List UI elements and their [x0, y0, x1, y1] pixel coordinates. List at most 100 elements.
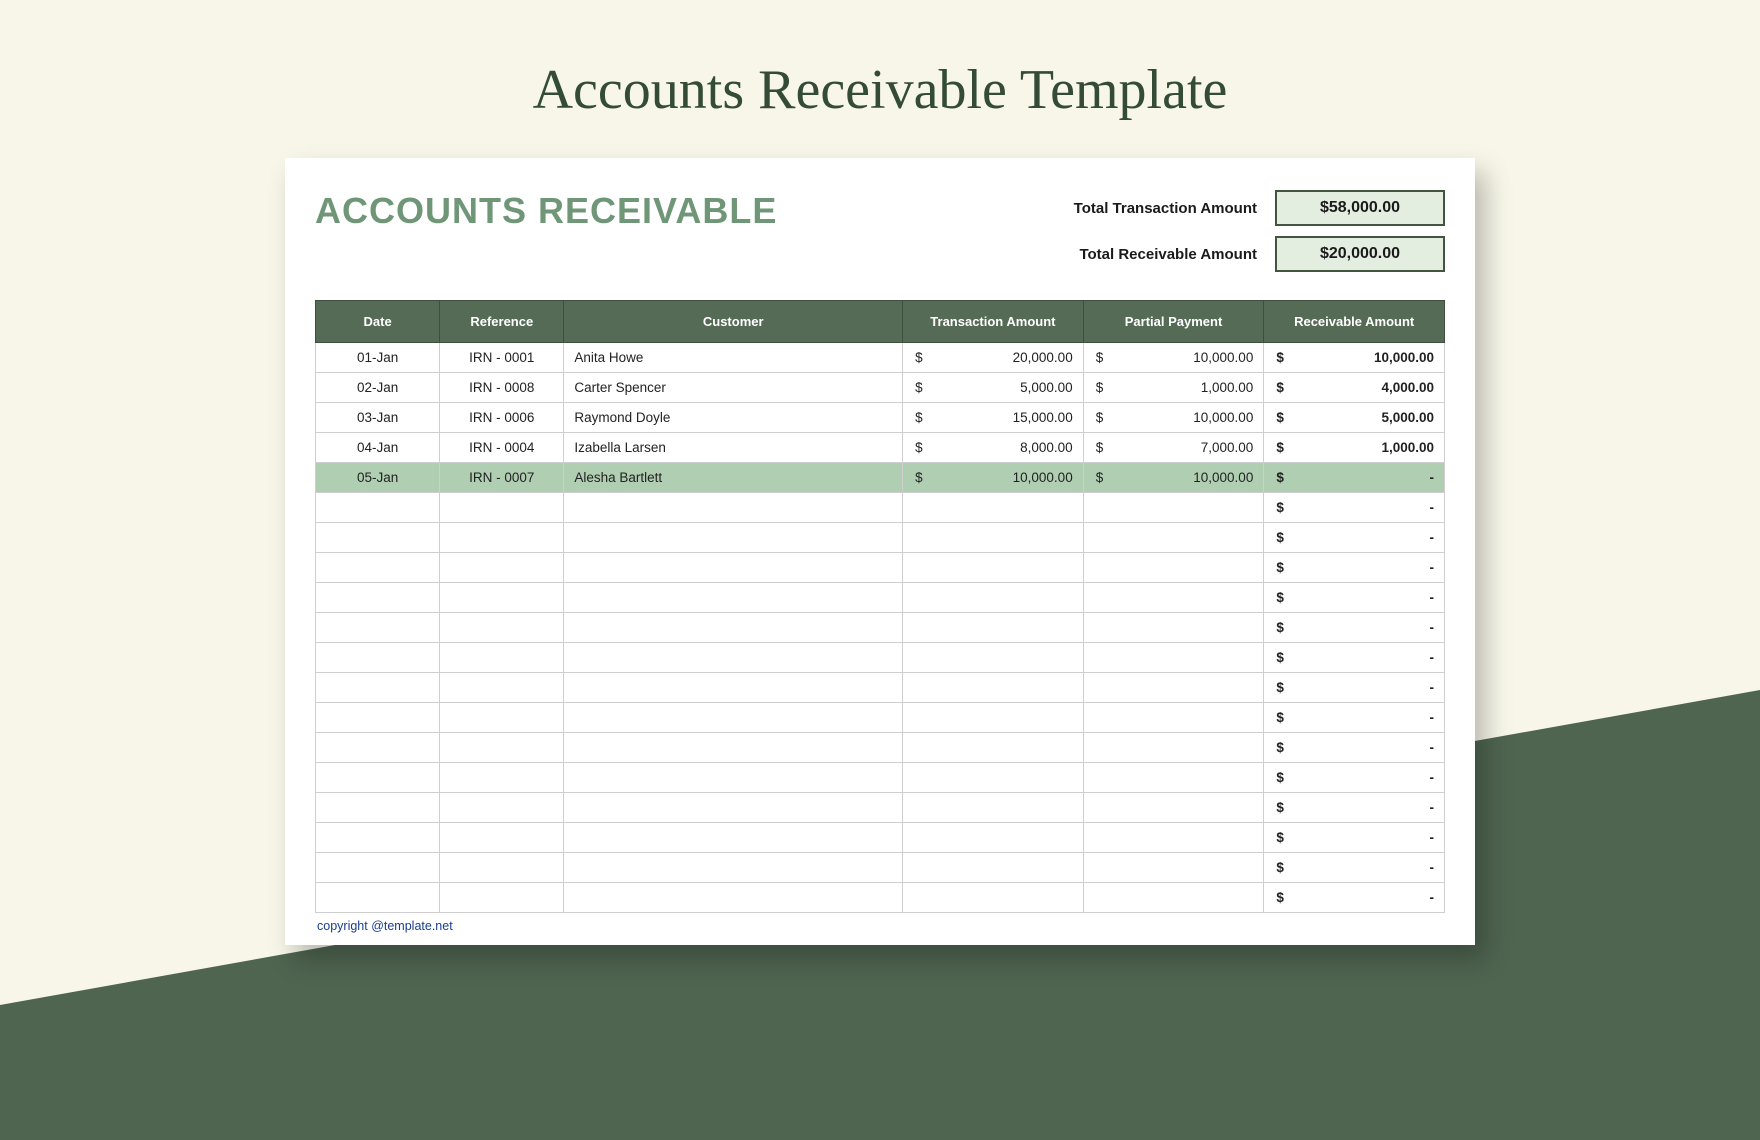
- cell: [316, 673, 440, 703]
- cell: [564, 643, 903, 673]
- money-cell: $-: [1264, 673, 1445, 703]
- cell: [440, 673, 564, 703]
- money-cell: $5,000.00: [1264, 403, 1445, 433]
- table-row-empty: $-: [316, 583, 1445, 613]
- cell: [316, 883, 440, 913]
- money-cell: $-: [1264, 883, 1445, 913]
- cell: [903, 823, 1084, 853]
- cell: [440, 583, 564, 613]
- cell: [903, 643, 1084, 673]
- table-row-empty: $-: [316, 853, 1445, 883]
- cell: [1083, 883, 1264, 913]
- sheet-title: ACCOUNTS RECEIVABLE: [315, 190, 777, 232]
- cell: [316, 583, 440, 613]
- cell: [316, 733, 440, 763]
- cell: [1083, 763, 1264, 793]
- cell: [316, 613, 440, 643]
- money-cell: $5,000.00: [903, 373, 1084, 403]
- cell: [564, 703, 903, 733]
- cell: [316, 853, 440, 883]
- cell: [316, 643, 440, 673]
- money-cell: $10,000.00: [903, 463, 1084, 493]
- money-cell: $7,000.00: [1083, 433, 1264, 463]
- cell: [1083, 613, 1264, 643]
- cell: [903, 523, 1084, 553]
- col-partial: Partial Payment: [1083, 301, 1264, 343]
- cell: IRN - 0004: [440, 433, 564, 463]
- cell: [564, 613, 903, 643]
- cell: [316, 553, 440, 583]
- cell: [903, 793, 1084, 823]
- table-row-empty: $-: [316, 763, 1445, 793]
- money-cell: $-: [1264, 853, 1445, 883]
- table-row-empty: $-: [316, 823, 1445, 853]
- cell: [440, 763, 564, 793]
- cell: [903, 493, 1084, 523]
- cell: [316, 703, 440, 733]
- table-row-empty: $-: [316, 493, 1445, 523]
- money-cell: $10,000.00: [1083, 343, 1264, 373]
- money-cell: $4,000.00: [1264, 373, 1445, 403]
- cell: [903, 613, 1084, 643]
- money-cell: $20,000.00: [903, 343, 1084, 373]
- table-row-empty: $-: [316, 673, 1445, 703]
- cell: [903, 673, 1084, 703]
- cell: 01-Jan: [316, 343, 440, 373]
- money-cell: $1,000.00: [1083, 373, 1264, 403]
- cell: [903, 763, 1084, 793]
- total-transaction-row: Total Transaction Amount $58,000.00: [965, 190, 1445, 226]
- cell: [564, 493, 903, 523]
- total-transaction-label: Total Transaction Amount: [965, 200, 1257, 217]
- cell: Anita Howe: [564, 343, 903, 373]
- cell: IRN - 0008: [440, 373, 564, 403]
- cell: [1083, 793, 1264, 823]
- cell: [440, 883, 564, 913]
- cell: 04-Jan: [316, 433, 440, 463]
- money-cell: $-: [1264, 493, 1445, 523]
- col-receivable: Receivable Amount: [1264, 301, 1445, 343]
- money-cell: $-: [1264, 793, 1445, 823]
- table-row-empty: $-: [316, 643, 1445, 673]
- cell: [440, 733, 564, 763]
- totals-block: Total Transaction Amount $58,000.00 Tota…: [965, 190, 1445, 282]
- total-transaction-value: $58,000.00: [1275, 190, 1445, 226]
- money-cell: $10,000.00: [1264, 343, 1445, 373]
- table-body: 01-JanIRN - 0001Anita Howe$20,000.00$10,…: [316, 343, 1445, 913]
- cell: [903, 883, 1084, 913]
- money-cell: $-: [1264, 763, 1445, 793]
- table-header-row: Date Reference Customer Transaction Amou…: [316, 301, 1445, 343]
- cell: [440, 613, 564, 643]
- money-cell: $-: [1264, 463, 1445, 493]
- cell: [440, 703, 564, 733]
- money-cell: $1,000.00: [1264, 433, 1445, 463]
- cell: IRN - 0006: [440, 403, 564, 433]
- money-cell: $-: [1264, 583, 1445, 613]
- money-cell: $10,000.00: [1083, 403, 1264, 433]
- cell: [440, 553, 564, 583]
- cell: [440, 523, 564, 553]
- cell: [1083, 523, 1264, 553]
- cell: [1083, 553, 1264, 583]
- cell: [316, 823, 440, 853]
- table-row-empty: $-: [316, 523, 1445, 553]
- money-cell: $-: [1264, 703, 1445, 733]
- cell: [1083, 583, 1264, 613]
- table-row-empty: $-: [316, 613, 1445, 643]
- cell: [564, 733, 903, 763]
- money-cell: $15,000.00: [903, 403, 1084, 433]
- cell: Raymond Doyle: [564, 403, 903, 433]
- cell: IRN - 0007: [440, 463, 564, 493]
- cell: Alesha Bartlett: [564, 463, 903, 493]
- table-row-empty: $-: [316, 553, 1445, 583]
- money-cell: $-: [1264, 553, 1445, 583]
- cell: [903, 853, 1084, 883]
- money-cell: $10,000.00: [1083, 463, 1264, 493]
- total-receivable-row: Total Receivable Amount $20,000.00: [965, 236, 1445, 272]
- cell: [316, 493, 440, 523]
- table-row: 02-JanIRN - 0008Carter Spencer$5,000.00$…: [316, 373, 1445, 403]
- money-cell: $-: [1264, 643, 1445, 673]
- table-row: 01-JanIRN - 0001Anita Howe$20,000.00$10,…: [316, 343, 1445, 373]
- cell: [1083, 733, 1264, 763]
- cell: Carter Spencer: [564, 373, 903, 403]
- cell: [564, 853, 903, 883]
